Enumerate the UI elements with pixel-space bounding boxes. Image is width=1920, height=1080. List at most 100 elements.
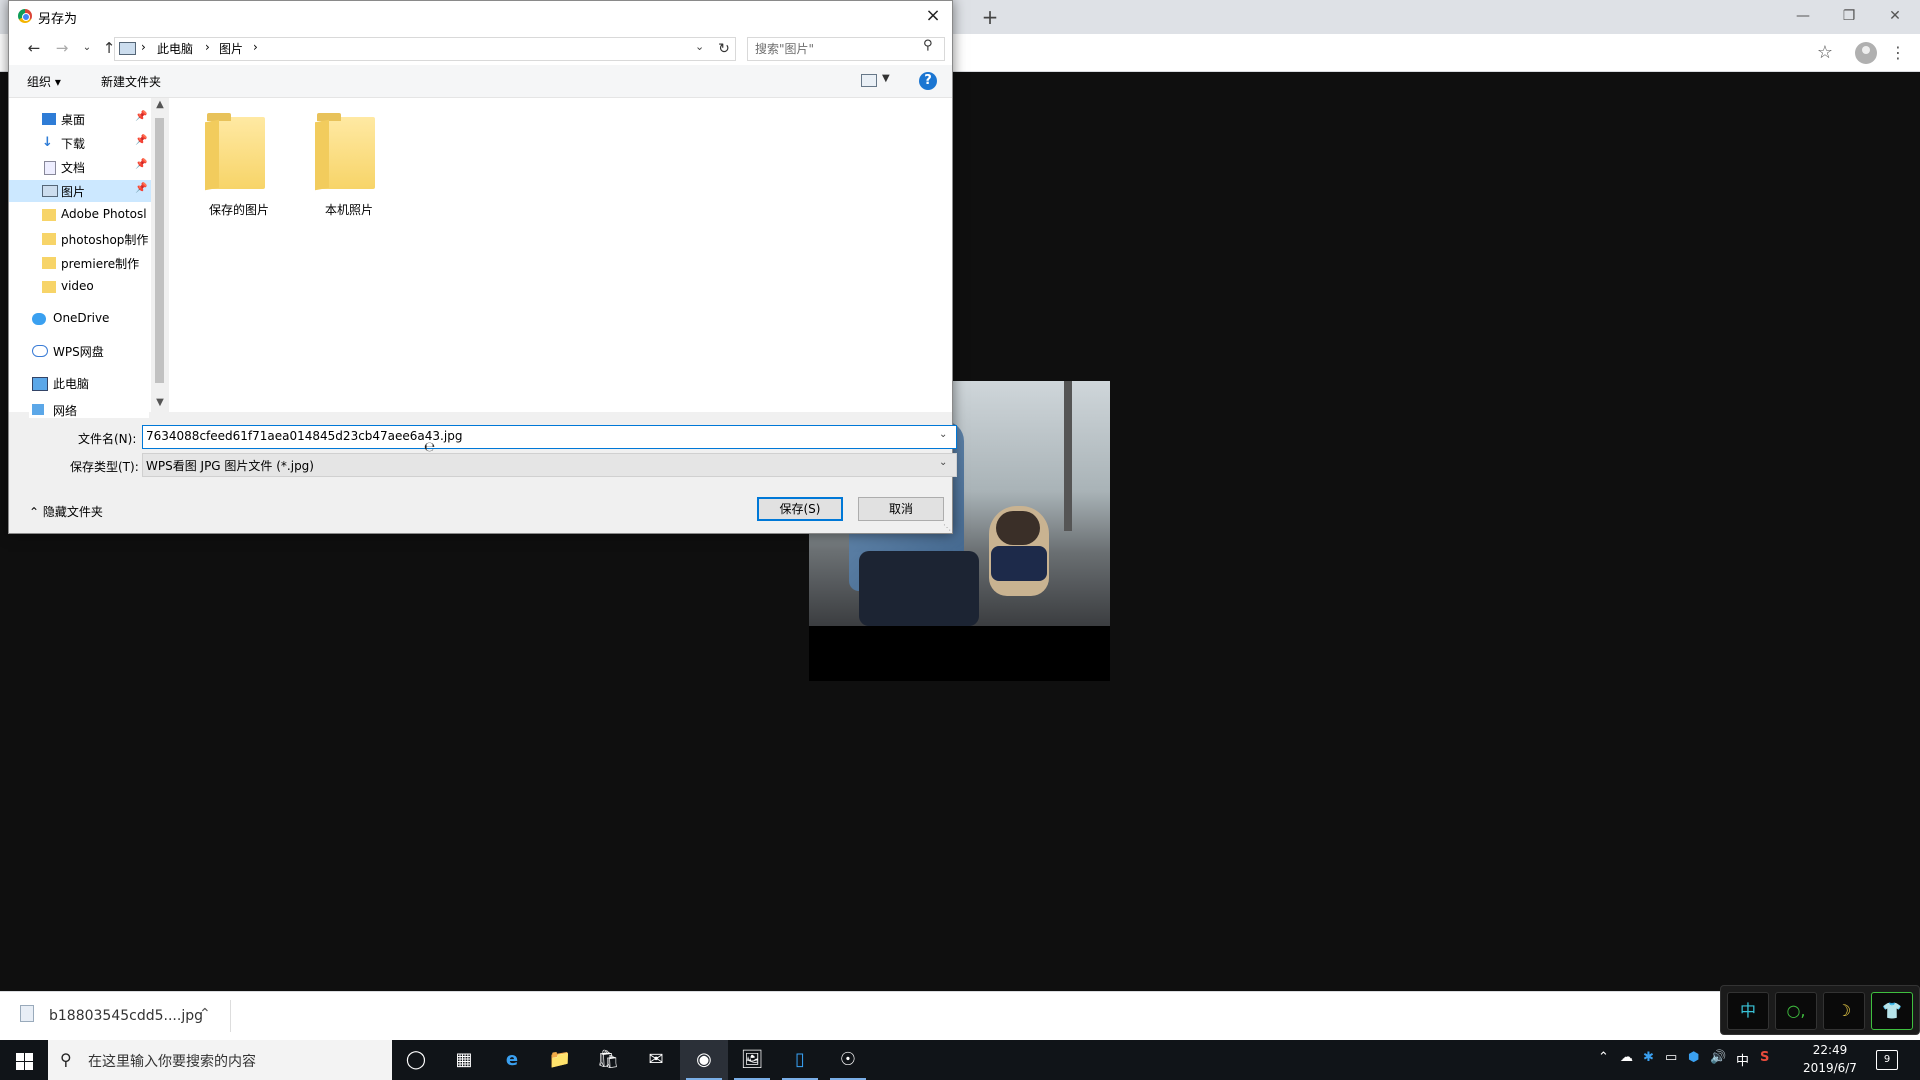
profile-avatar-icon[interactable]	[1855, 42, 1877, 64]
dialog-title-bar[interactable]	[9, 1, 952, 31]
refresh-icon[interactable]: ↻	[713, 37, 736, 61]
ime-toolbar: 中 ○, ☽ 👕	[1720, 985, 1920, 1035]
nav-item-this-pc[interactable]: 此电脑	[9, 372, 151, 394]
nav-item-downloads[interactable]: ↓ 下载 📌	[9, 132, 151, 154]
security-icon[interactable]: ⬢	[1688, 1050, 1699, 1065]
star-icon[interactable]: ☆	[1814, 42, 1836, 64]
cancel-button[interactable]: 取消	[858, 497, 944, 521]
chevron-up-icon[interactable]: ⌃	[199, 1006, 211, 1022]
scroll-up-arrow-icon[interactable]: ▲	[152, 99, 168, 110]
divider	[230, 1000, 231, 1032]
nav-item-pictures[interactable]: 图片 📌	[9, 180, 151, 202]
nav-item-premiere[interactable]: premiere制作	[9, 252, 151, 274]
address-bar[interactable]	[114, 37, 714, 61]
cortana-icon[interactable]: ◯	[392, 1040, 440, 1080]
help-icon[interactable]: ?	[919, 72, 937, 90]
hide-folders-toggle[interactable]: ⌃ 隐藏文件夹	[29, 503, 103, 520]
task-view-icon[interactable]: ▦	[440, 1040, 488, 1080]
clock-time[interactable]: 22:49	[1812, 1043, 1848, 1057]
nav-item-onedrive[interactable]: OneDrive	[9, 308, 151, 330]
folder-icon	[207, 113, 265, 189]
file-explorer-icon[interactable]: 📁	[536, 1040, 584, 1080]
ime-indicator[interactable]: 中	[1736, 1050, 1749, 1069]
pin-icon: 📌	[135, 159, 148, 170]
save-button[interactable]: 保存(S)	[757, 497, 843, 521]
ime-chinese-mode-button[interactable]: 中	[1727, 992, 1769, 1030]
chrome-icon[interactable]: ◉	[680, 1040, 728, 1080]
clock-date[interactable]: 2019/6/7	[1802, 1061, 1858, 1075]
breadcrumb-this-pc[interactable]: 此电脑	[157, 40, 193, 57]
folder-item-camera-roll[interactable]: 本机照片	[299, 111, 399, 231]
network-tray-icon[interactable]: ▭	[1665, 1050, 1677, 1065]
tablet-app-icon[interactable]: ▯	[776, 1040, 824, 1080]
obs-icon[interactable]: ☉	[824, 1040, 872, 1080]
breadcrumb-pictures[interactable]: 图片	[219, 40, 243, 57]
edge-icon[interactable]: e	[488, 1040, 536, 1080]
windows-start-icon[interactable]	[0, 1040, 48, 1080]
taskbar-search-placeholder[interactable]: 在这里输入你要搜索的内容	[88, 1051, 256, 1071]
nav-item-adobe-photoshop[interactable]: Adobe Photosl	[9, 204, 151, 226]
organize-menu-button[interactable]: 组织 ▾	[27, 73, 61, 90]
computer-icon	[32, 377, 48, 391]
nav-item-label: WPS网盘	[53, 345, 104, 359]
nav-scrollbar-thumb[interactable]	[155, 118, 164, 383]
sogou-icon[interactable]: S	[1760, 1050, 1769, 1065]
onedrive-tray-icon[interactable]: ☁	[1620, 1050, 1633, 1065]
new-folder-button[interactable]: 新建文件夹	[101, 73, 161, 90]
store-icon[interactable]: 🛍	[584, 1040, 632, 1080]
nav-item-photoshop[interactable]: photoshop制作	[9, 228, 151, 250]
dialog-title: 另存为	[38, 12, 78, 27]
filetype-dropdown-chevron-icon[interactable]: ⌄	[939, 457, 947, 468]
restore-icon[interactable]: ❐	[1826, 2, 1872, 30]
search-icon[interactable]: ⚲	[923, 38, 933, 53]
nav-item-documents[interactable]: 文档 📌	[9, 156, 151, 178]
nav-item-label: photoshop制作	[61, 233, 149, 247]
pin-icon: 📌	[135, 183, 148, 194]
filename-dropdown-chevron-icon[interactable]: ⌄	[939, 429, 947, 440]
ime-moon-icon[interactable]: ☽	[1823, 992, 1865, 1030]
view-options-icon[interactable]	[861, 74, 877, 87]
pictures-icon	[42, 185, 58, 197]
recent-locations-chevron-icon[interactable]: ⌄	[76, 37, 98, 59]
ime-skin-icon[interactable]: 👕	[1871, 992, 1913, 1030]
filename-label: 文件名(N):	[78, 432, 137, 446]
mail-icon[interactable]: ✉	[632, 1040, 680, 1080]
filetype-value[interactable]: WPS看图 JPG 图片文件 (*.jpg)	[146, 457, 314, 474]
show-hidden-icons-chevron-icon[interactable]: ⌃	[1598, 1050, 1609, 1065]
nav-item-label: video	[61, 279, 94, 293]
close-icon[interactable]: ✕	[1872, 2, 1918, 30]
folder-icon	[42, 281, 56, 293]
image-file-icon[interactable]	[20, 1005, 34, 1022]
nav-item-desktop[interactable]: 桌面 📌	[9, 108, 151, 130]
breadcrumb-separator-icon[interactable]: ›	[205, 40, 210, 54]
new-tab-button[interactable]: +	[978, 6, 1002, 28]
view-dropdown-icon[interactable]: ▼	[882, 73, 890, 84]
folder-icon	[42, 209, 56, 221]
forward-arrow-icon[interactable]: →	[51, 37, 73, 59]
nav-item-network-visible[interactable]: 网络	[29, 404, 149, 418]
bluetooth-icon[interactable]: ✱	[1643, 1050, 1654, 1065]
scroll-down-arrow-icon[interactable]: ▼	[152, 397, 168, 408]
filename-value[interactable]: 7634088cfeed61f71aea014845d23cb47aee6a43…	[146, 429, 462, 443]
back-arrow-icon[interactable]: ←	[23, 37, 45, 59]
download-icon: ↓	[42, 135, 53, 150]
breadcrumb-separator-icon[interactable]: ›	[141, 40, 146, 54]
address-dropdown-chevron-icon[interactable]: ⌄	[695, 40, 704, 53]
notification-center-icon[interactable]: 9	[1876, 1050, 1898, 1070]
nav-item-label: premiere制作	[61, 257, 140, 271]
breadcrumb-separator-icon[interactable]: ›	[253, 40, 258, 54]
ime-punctuation-button[interactable]: ○,	[1775, 992, 1817, 1030]
resize-grip-icon[interactable]: ⋱	[943, 523, 951, 532]
folder-item-saved-pictures[interactable]: 保存的图片	[189, 111, 289, 231]
kebab-icon[interactable]: ⋮	[1890, 42, 1906, 64]
filetype-label: 保存类型(T):	[70, 460, 139, 474]
minimize-icon[interactable]: —	[1780, 2, 1826, 30]
folder-search-placeholder: 搜索"图片"	[755, 42, 815, 56]
download-file-name[interactable]: b18803545cdd5....jpg	[49, 1008, 203, 1024]
dialog-close-button[interactable]: ×	[919, 3, 947, 29]
nav-item-video[interactable]: video	[9, 276, 151, 298]
nav-item-wps-drive[interactable]: WPS网盘	[9, 340, 151, 362]
folder-name: 本机照片	[324, 203, 373, 217]
photos-app-icon[interactable]: 🖼	[728, 1040, 776, 1080]
volume-icon[interactable]: 🔊	[1710, 1050, 1726, 1065]
